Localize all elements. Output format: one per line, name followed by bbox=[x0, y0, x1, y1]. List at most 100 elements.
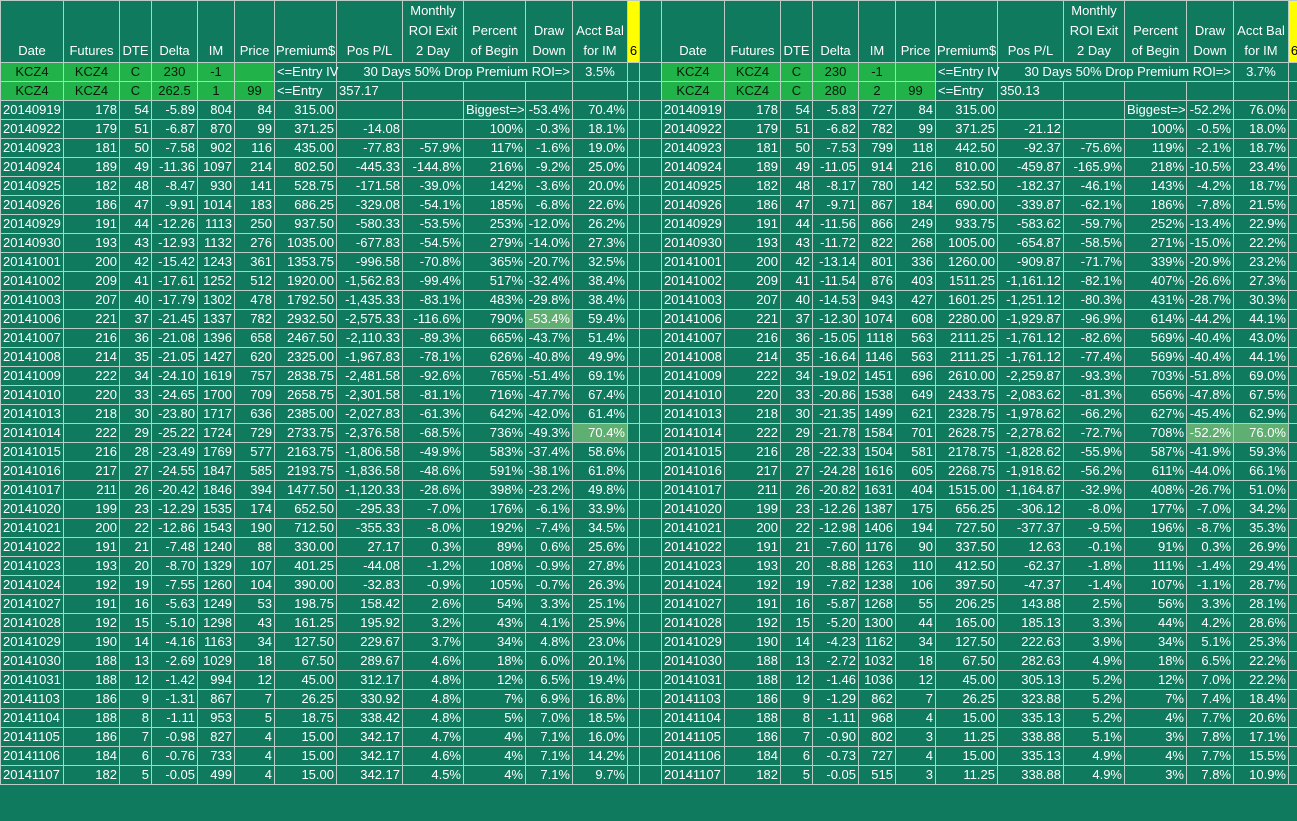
entry-value[interactable]: 357.17 bbox=[336, 81, 403, 101]
cell-delta[interactable]: -0.90 bbox=[812, 727, 859, 747]
cell-delta[interactable]: -1.46 bbox=[812, 670, 859, 690]
cell-dte[interactable]: 50 bbox=[119, 138, 152, 158]
cell-price[interactable]: 361 bbox=[234, 252, 275, 272]
cell-dte[interactable]: 34 bbox=[119, 366, 152, 386]
cell-dte[interactable]: 30 bbox=[780, 404, 813, 424]
cell-pos-pl[interactable]: 158.42 bbox=[336, 594, 403, 614]
cell-delta[interactable]: -0.76 bbox=[151, 746, 198, 766]
spacer-cell[interactable] bbox=[639, 442, 662, 462]
spacer-cell[interactable] bbox=[1288, 233, 1297, 253]
cell-price[interactable]: 581 bbox=[895, 442, 936, 462]
cell-price[interactable]: 99 bbox=[234, 119, 275, 139]
cell-date[interactable]: 20141104 bbox=[661, 708, 725, 728]
spacer-cell[interactable] bbox=[1288, 195, 1297, 215]
entry-value[interactable]: 350.13 bbox=[997, 81, 1064, 101]
cell-futures[interactable]: 191 bbox=[724, 537, 781, 557]
cell-monthly-roi[interactable]: -53.5% bbox=[402, 214, 464, 234]
spacer-cell[interactable] bbox=[627, 632, 640, 652]
cell-price[interactable]: 4 bbox=[895, 746, 936, 766]
cell-monthly-roi[interactable] bbox=[1063, 100, 1125, 120]
cell-price[interactable]: 563 bbox=[895, 347, 936, 367]
cell-premium[interactable]: 686.25 bbox=[274, 195, 337, 215]
cell-premium[interactable]: 435.00 bbox=[274, 138, 337, 158]
spacer-cell[interactable] bbox=[1288, 252, 1297, 272]
cell-dte[interactable]: 54 bbox=[780, 100, 813, 120]
cell-futures[interactable]: 191 bbox=[724, 214, 781, 234]
cell-dte[interactable]: 19 bbox=[119, 575, 152, 595]
cell-date[interactable]: 20141015 bbox=[661, 442, 725, 462]
cell-price[interactable]: 3 bbox=[895, 765, 936, 785]
cell-im[interactable]: 1238 bbox=[858, 575, 896, 595]
spacer-cell[interactable] bbox=[1288, 423, 1297, 443]
cell-futures[interactable]: 216 bbox=[724, 328, 781, 348]
cell-monthly-roi[interactable]: -0.1% bbox=[1063, 537, 1125, 557]
cell-delta[interactable]: -12.93 bbox=[151, 233, 198, 253]
cell-draw-down[interactable]: -40.4% bbox=[1186, 347, 1234, 367]
cell-futures[interactable]: 188 bbox=[724, 708, 781, 728]
cell-price[interactable]: 3 bbox=[895, 727, 936, 747]
spacer-cell[interactable] bbox=[639, 81, 662, 101]
cell-futures[interactable]: 192 bbox=[63, 575, 120, 595]
cell-delta[interactable]: -8.17 bbox=[812, 176, 859, 196]
cell-price[interactable]: 7 bbox=[234, 689, 275, 709]
cell-date[interactable]: 20141028 bbox=[661, 613, 725, 633]
cell-dte[interactable]: 36 bbox=[119, 328, 152, 348]
cell-acct-bal[interactable]: 16.8% bbox=[572, 689, 628, 709]
cell-im[interactable]: 1427 bbox=[197, 347, 235, 367]
spacer-cell[interactable] bbox=[639, 0, 662, 63]
biggest-acct-bal[interactable]: 76.0% bbox=[1233, 100, 1289, 120]
cell-pos-pl[interactable] bbox=[336, 100, 403, 120]
header-monthly-roi[interactable]: Monthly ROI Exit 2 Day bbox=[402, 0, 464, 63]
header-acct-bal[interactable]: Acct Bal for IM bbox=[572, 0, 628, 63]
cell-dte[interactable]: 41 bbox=[119, 271, 152, 291]
cell-price[interactable]: 658 bbox=[234, 328, 275, 348]
cell-date[interactable]: 20141031 bbox=[661, 670, 725, 690]
cell-dte[interactable]: 40 bbox=[119, 290, 152, 310]
spacer-cell[interactable] bbox=[639, 746, 662, 766]
cell-dte[interactable]: 43 bbox=[780, 233, 813, 253]
cell-price[interactable]: 729 bbox=[234, 423, 275, 443]
spacer-cell[interactable] bbox=[627, 100, 640, 120]
cell-draw-down[interactable]: 7.1% bbox=[525, 765, 573, 785]
cell-monthly-roi[interactable]: 4.8% bbox=[402, 689, 464, 709]
cell-pos-pl[interactable]: -339.87 bbox=[997, 195, 1064, 215]
cell-premium[interactable]: 2433.75 bbox=[935, 385, 998, 405]
cell-dte[interactable]: 28 bbox=[780, 442, 813, 462]
cell-futures[interactable]: 186 bbox=[63, 689, 120, 709]
entry-cell[interactable]: 1 bbox=[197, 81, 235, 101]
cell-date[interactable]: 20141016 bbox=[0, 461, 64, 481]
cell-draw-down[interactable]: 6.5% bbox=[1186, 651, 1234, 671]
cell-dte[interactable]: 27 bbox=[119, 461, 152, 481]
cell-delta[interactable]: -21.35 bbox=[812, 404, 859, 424]
cell-percent-begin[interactable]: 614% bbox=[1124, 309, 1187, 329]
cell-im[interactable]: 822 bbox=[858, 233, 896, 253]
cell-premium[interactable]: 937.50 bbox=[274, 214, 337, 234]
cell-price[interactable]: 214 bbox=[234, 157, 275, 177]
cell-im[interactable]: 1036 bbox=[858, 670, 896, 690]
cell-acct-bal[interactable]: 44.1% bbox=[1233, 347, 1289, 367]
spacer-cell[interactable] bbox=[627, 556, 640, 576]
cell-draw-down[interactable]: -3.6% bbox=[525, 176, 573, 196]
spacer-cell[interactable] bbox=[1288, 480, 1297, 500]
cell-date[interactable]: 20141021 bbox=[661, 518, 725, 538]
cell-draw-down[interactable]: -43.7% bbox=[525, 328, 573, 348]
cell-monthly-roi[interactable]: -82.1% bbox=[1063, 271, 1125, 291]
cell-pos-pl[interactable]: 143.88 bbox=[997, 594, 1064, 614]
cell-date[interactable]: 20141020 bbox=[0, 499, 64, 519]
header-premium[interactable]: Premium$ bbox=[935, 0, 998, 63]
spacer-cell[interactable] bbox=[627, 195, 640, 215]
empty-cell[interactable] bbox=[1186, 81, 1234, 101]
cell-draw-down[interactable]: -0.7% bbox=[525, 575, 573, 595]
cell-pos-pl[interactable]: -2,110.33 bbox=[336, 328, 403, 348]
spacer-cell[interactable] bbox=[1288, 727, 1297, 747]
cell-delta[interactable]: -8.70 bbox=[151, 556, 198, 576]
spacer-cell[interactable] bbox=[639, 157, 662, 177]
cell-futures[interactable]: 222 bbox=[724, 423, 781, 443]
cell-price[interactable]: 276 bbox=[234, 233, 275, 253]
cell-date[interactable]: 20140923 bbox=[661, 138, 725, 158]
cell-price[interactable]: 709 bbox=[234, 385, 275, 405]
cell-futures[interactable]: 216 bbox=[724, 442, 781, 462]
cell-date[interactable]: 20141103 bbox=[661, 689, 725, 709]
cell-draw-down[interactable]: -20.9% bbox=[1186, 252, 1234, 272]
cell-price[interactable]: 99 bbox=[895, 119, 936, 139]
